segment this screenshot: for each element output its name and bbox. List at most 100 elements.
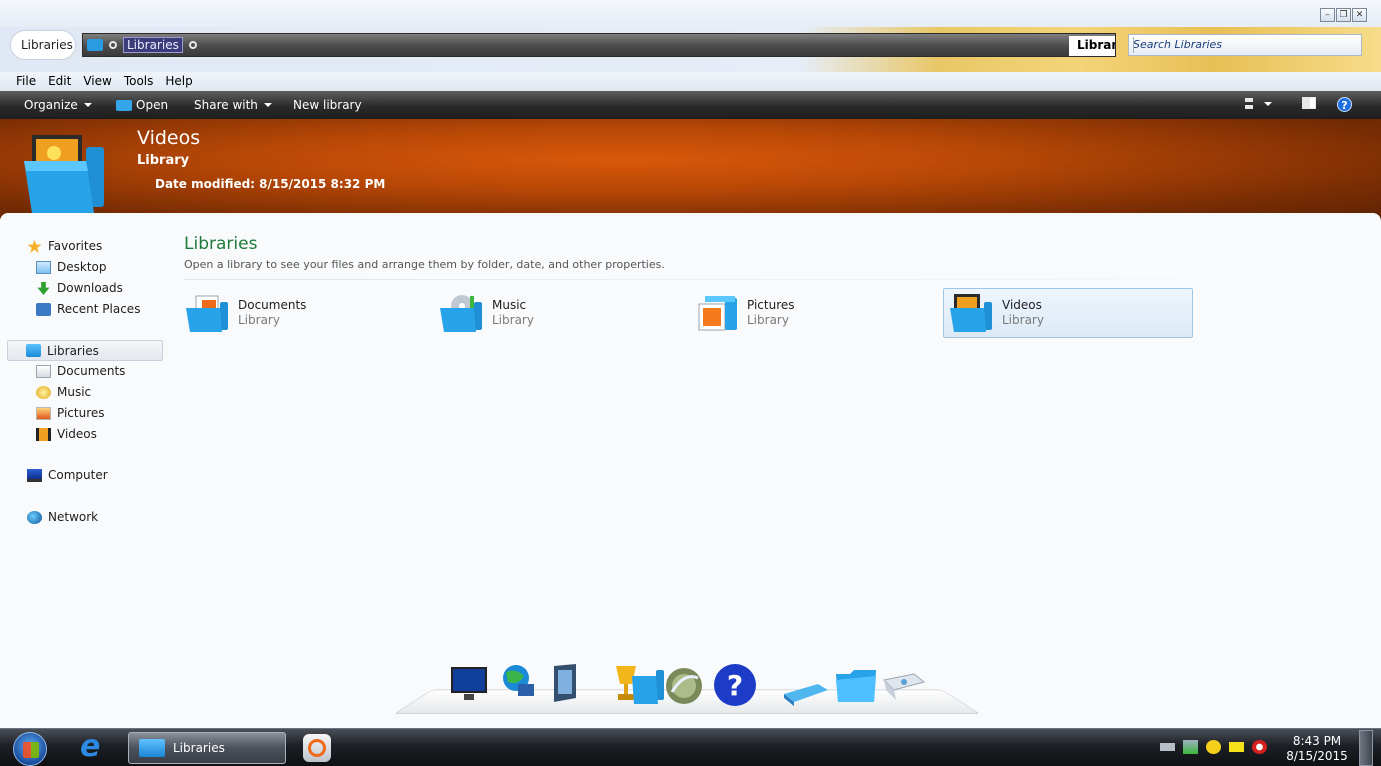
videos-library-icon xyxy=(950,294,992,332)
content-area: Favorites Desktop Downloads Recent Place… xyxy=(0,220,1381,728)
menu-help[interactable]: Help xyxy=(159,72,198,91)
folder-icon xyxy=(139,739,165,757)
minimize-button[interactable]: – xyxy=(1320,8,1335,22)
internet-explorer-icon[interactable]: e xyxy=(80,732,100,762)
sidebar-item-recent-places[interactable]: Recent Places xyxy=(36,302,140,316)
videos-library-large-icon xyxy=(24,135,104,213)
sidebar-item-libraries[interactable]: Libraries xyxy=(7,340,163,361)
chevron-down-icon xyxy=(1264,102,1272,106)
nav-label: Libraries xyxy=(21,38,73,52)
monitor-icon[interactable] xyxy=(450,666,488,704)
sidebar-item-downloads[interactable]: Downloads xyxy=(36,281,123,295)
taskbar: e Libraries 8:43 PM 8/15/2015 xyxy=(0,728,1381,766)
open-label: Open xyxy=(136,98,169,112)
drive-icon[interactable] xyxy=(782,680,830,706)
computer-icon xyxy=(27,468,42,482)
main-pane: Libraries Open a library to see your fil… xyxy=(176,220,1376,728)
chevron-icon[interactable] xyxy=(109,41,117,49)
app-icon[interactable] xyxy=(303,734,331,762)
sidebar-label: Videos xyxy=(57,427,97,441)
library-tile-videos[interactable]: Videos Library xyxy=(943,288,1193,338)
sidebar-item-computer[interactable]: Computer xyxy=(27,468,108,482)
address-bar[interactable]: Libraries Librar xyxy=(82,33,1116,57)
sidebar-item-videos[interactable]: Videos xyxy=(36,427,97,441)
tablet-icon[interactable] xyxy=(548,664,582,706)
sidebar-label: Computer xyxy=(48,468,108,482)
desktop-icon xyxy=(36,260,51,274)
star-icon xyxy=(27,239,42,253)
open-button[interactable]: Open xyxy=(116,98,168,112)
pictures-icon xyxy=(36,406,51,420)
sidebar-item-music[interactable]: Music xyxy=(36,385,91,399)
close-button[interactable]: ✕ xyxy=(1352,8,1367,22)
tile-type: Library xyxy=(492,313,534,327)
organize-label: Organize xyxy=(24,98,78,112)
sidebar-label: Pictures xyxy=(57,406,105,420)
sidebar-item-pictures[interactable]: Pictures xyxy=(36,406,105,420)
pictures-library-icon xyxy=(698,296,737,331)
libraries-icon xyxy=(26,344,41,357)
sidebar-item-network[interactable]: Network xyxy=(27,510,98,524)
title-strip xyxy=(0,0,1381,27)
svg-text:?: ? xyxy=(727,669,743,702)
vmware-icon[interactable] xyxy=(1160,743,1175,751)
breadcrumb-libraries[interactable]: Libraries xyxy=(123,37,183,53)
recycle-bin-icon[interactable] xyxy=(880,672,926,702)
main-description: Open a library to see your files and arr… xyxy=(184,258,665,271)
documents-library-icon xyxy=(186,295,228,332)
search-input[interactable]: Search Libraries xyxy=(1128,34,1362,56)
recent-places-icon xyxy=(36,302,51,316)
show-desktop-button[interactable] xyxy=(1359,730,1373,766)
address-right-label: Librar xyxy=(1069,36,1115,56)
chevron-down-icon xyxy=(83,103,92,107)
windows-logo-icon xyxy=(23,742,39,758)
navigation-pane: Favorites Desktop Downloads Recent Place… xyxy=(0,220,170,728)
change-view-button[interactable] xyxy=(1244,97,1272,111)
globe-network-icon[interactable] xyxy=(498,662,538,702)
documents-icon xyxy=(36,364,51,378)
library-folder-icon[interactable] xyxy=(632,666,666,704)
taskbar-libraries-button[interactable]: Libraries xyxy=(128,732,286,764)
library-tile-documents[interactable]: Documents Library xyxy=(180,288,430,338)
clock[interactable]: 8:43 PM 8/15/2015 xyxy=(1286,734,1348,764)
share-with-button[interactable]: Share with xyxy=(194,98,272,112)
library-tile-pictures[interactable]: Pictures Library xyxy=(689,288,939,338)
add-icon[interactable] xyxy=(1206,740,1221,754)
flag-icon[interactable] xyxy=(1229,742,1244,752)
menu-tools[interactable]: Tools xyxy=(118,72,160,91)
menu-edit[interactable]: Edit xyxy=(42,72,77,91)
sidebar-item-favorites[interactable]: Favorites xyxy=(27,239,102,253)
download-arrow-icon xyxy=(37,281,50,295)
start-button[interactable] xyxy=(13,732,47,766)
network-tray-icon[interactable] xyxy=(1183,740,1198,754)
tile-name: Videos xyxy=(1002,298,1042,312)
taskbar-button-label: Libraries xyxy=(173,741,225,755)
menu-file[interactable]: File xyxy=(10,72,42,91)
sidebar-label: Libraries xyxy=(47,343,99,358)
help-button[interactable]: ? xyxy=(1337,97,1352,112)
sidebar-item-documents[interactable]: Documents xyxy=(36,364,125,378)
sidebar-label: Favorites xyxy=(48,239,103,253)
new-library-button[interactable]: New library xyxy=(293,98,362,112)
back-forward-buttons[interactable]: Libraries xyxy=(10,30,76,60)
videos-icon xyxy=(36,427,51,441)
preview-pane-icon xyxy=(1302,97,1316,109)
menu-view[interactable]: View xyxy=(77,72,117,91)
library-icon xyxy=(87,39,103,51)
tile-type: Library xyxy=(238,313,280,327)
media-disc-icon[interactable] xyxy=(664,666,704,706)
tile-name: Documents xyxy=(238,298,307,312)
library-tile-music[interactable]: Music Library xyxy=(434,288,684,338)
folder-icon[interactable] xyxy=(834,668,878,704)
help-icon[interactable]: ? xyxy=(712,662,758,708)
restore-button[interactable]: ❐ xyxy=(1336,8,1351,22)
help-icon: ? xyxy=(1337,97,1352,112)
sidebar-label: Desktop xyxy=(57,260,107,274)
sidebar-label: Documents xyxy=(57,364,126,378)
preview-pane-button[interactable] xyxy=(1302,97,1316,109)
organize-button[interactable]: Organize xyxy=(24,98,92,112)
alert-icon[interactable] xyxy=(1252,740,1267,754)
chevron-icon[interactable] xyxy=(188,41,197,49)
header-date-modified: Date modified: 8/15/2015 8:32 PM xyxy=(155,177,386,191)
sidebar-item-desktop[interactable]: Desktop xyxy=(36,260,107,274)
